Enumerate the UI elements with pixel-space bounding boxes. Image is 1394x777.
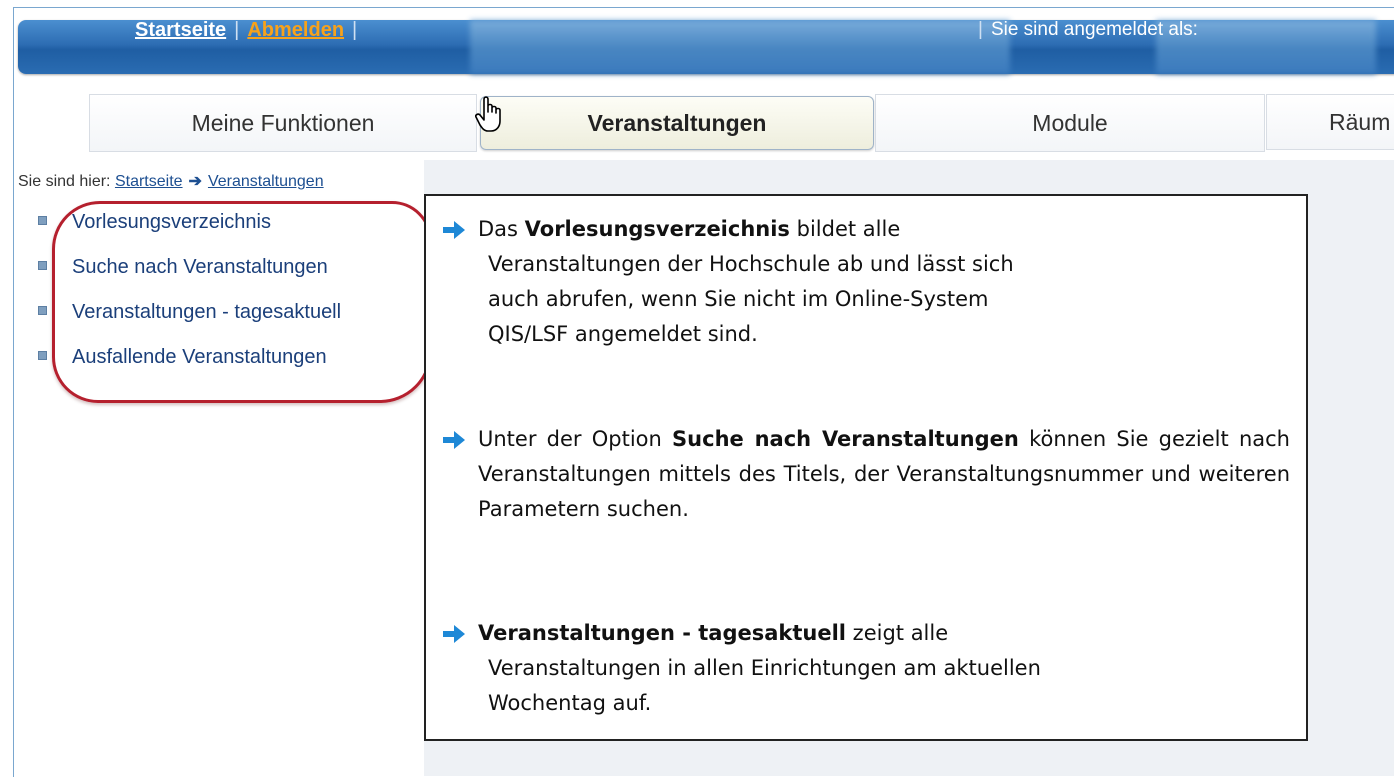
bold-term: Veranstaltungen - tagesaktuell bbox=[478, 621, 846, 645]
callout-paragraph-2: Unter der Option Suche nach Veranstaltun… bbox=[443, 422, 1290, 527]
home-link[interactable]: Startseite bbox=[135, 19, 226, 41]
tab-raeume[interactable]: Räum bbox=[1266, 94, 1394, 150]
top-links: Startseite | Abmelden | bbox=[135, 19, 365, 42]
arrow-right-icon bbox=[443, 221, 465, 239]
tab-module[interactable]: Module bbox=[875, 94, 1265, 152]
main-tabs: Meine Funktionen Veranstaltungen Module … bbox=[89, 94, 1394, 152]
hand-cursor-icon bbox=[475, 96, 501, 132]
text: zeigt alle bbox=[852, 621, 949, 645]
home-link-label: Startseite bbox=[135, 19, 227, 41]
bold-term: Vorlesungsverzeichnis bbox=[524, 217, 790, 241]
text: Veranstaltungen in allen Einrichtungen a… bbox=[488, 656, 1041, 680]
logged-in-label: Sie sind angemeldet als: bbox=[990, 19, 1198, 40]
separator: | bbox=[978, 19, 983, 40]
separator: | bbox=[234, 19, 240, 41]
tab-veranstaltungen[interactable]: Veranstaltungen bbox=[480, 96, 874, 150]
tab-meine-funktionen[interactable]: Meine Funktionen bbox=[89, 94, 477, 152]
breadcrumb-arrow-icon: ➔ bbox=[188, 173, 202, 190]
tab-label: Räum bbox=[1329, 108, 1391, 135]
text: Wochentag auf. bbox=[488, 691, 652, 715]
logout-link-label: Abmelden bbox=[247, 19, 345, 41]
logout-link[interactable]: Abmelden bbox=[247, 19, 344, 41]
logged-in-status: | Sie sind angemeldet als: bbox=[978, 19, 1198, 41]
breadcrumb: Sie sind hier: Startseite ➔ Veranstaltunge… bbox=[18, 171, 324, 191]
callout-paragraph-3: Veranstaltungen - tagesaktuell zeigt all… bbox=[443, 616, 1238, 721]
arrow-right-icon bbox=[443, 431, 465, 449]
explanation-callout: Das Vorlesungsverzeichnis bildet alle Ve… bbox=[424, 194, 1308, 741]
breadcrumb-link-startseite[interactable]: Startseite bbox=[115, 173, 183, 190]
bullet-icon bbox=[38, 216, 47, 225]
breadcrumb-prefix: Sie sind hier: bbox=[18, 173, 111, 190]
breadcrumb-link-veranstaltungen[interactable]: Veranstaltungen bbox=[208, 173, 324, 190]
bold-term: Suche nach Veranstaltungen bbox=[672, 427, 1019, 451]
tab-label: Veranstaltungen bbox=[587, 109, 767, 136]
highlight-ring bbox=[52, 201, 432, 403]
tab-label: Module bbox=[1032, 109, 1108, 136]
text: auch abrufen, wenn Sie nicht im Online-S… bbox=[488, 287, 989, 311]
bullet-icon bbox=[38, 261, 47, 270]
separator: | bbox=[352, 19, 358, 41]
tab-label: Meine Funktionen bbox=[191, 109, 375, 136]
text: bildet alle bbox=[796, 217, 901, 241]
bullet-icon bbox=[38, 351, 47, 360]
bullet-icon bbox=[38, 306, 47, 315]
text: QIS/LSF angemeldet sind. bbox=[488, 322, 758, 346]
text: Unter der Option bbox=[478, 427, 662, 451]
callout-paragraph-1: Das Vorlesungsverzeichnis bildet alle Ve… bbox=[443, 212, 1238, 352]
text: Das bbox=[478, 217, 518, 241]
arrow-right-icon bbox=[443, 625, 465, 643]
redacted-area bbox=[470, 20, 1010, 74]
text: Veranstaltungen der Hochschule ab und lä… bbox=[488, 252, 1014, 276]
